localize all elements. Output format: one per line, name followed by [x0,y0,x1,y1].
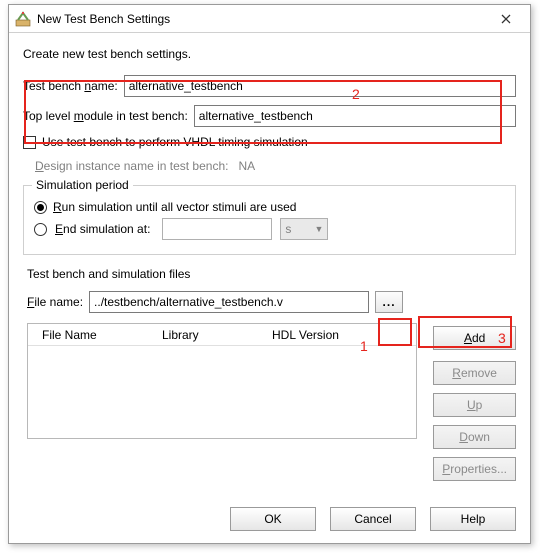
app-icon [15,11,31,27]
top-level-module-label: Top level module in test bench: [23,109,188,123]
file-table-header: File Name Library HDL Version [28,324,416,346]
close-icon [501,14,511,24]
radio-run-until-used-label: Run simulation until all vector stimuli … [53,200,296,214]
col-library[interactable]: Library [148,328,258,342]
radio-end-simulation-at-label: End simulation at: [55,222,150,236]
file-name-input[interactable] [89,291,369,313]
remove-button[interactable]: Remove [433,361,516,385]
time-unit-select[interactable]: s ▼ [280,218,328,240]
dialog-description: Create new test bench settings. [23,47,516,61]
ellipsis-icon: ... [383,295,396,309]
titlebar: New Test Bench Settings [9,5,530,33]
radio-end-simulation-at[interactable] [34,223,47,236]
end-simulation-time-input[interactable] [162,218,272,240]
properties-button[interactable]: Properties... [433,457,516,481]
radio-run-until-used[interactable] [34,201,47,214]
col-hdl-version[interactable]: HDL Version [258,328,416,342]
down-button[interactable]: Down [433,425,516,449]
design-instance-value: NA [238,159,255,173]
dialog-new-test-bench-settings: New Test Bench Settings Create new test … [8,4,531,544]
vhdl-timing-checkbox[interactable] [23,136,36,149]
vhdl-timing-label: Use test bench to perform VHDL timing si… [42,135,308,149]
close-button[interactable] [486,6,526,32]
test-bench-name-input[interactable] [124,75,516,97]
file-table[interactable]: File Name Library HDL Version [27,323,417,439]
time-unit-value: s [285,222,291,236]
cancel-button[interactable]: Cancel [330,507,416,531]
window-title: New Test Bench Settings [37,12,170,26]
browse-button[interactable]: ... [375,291,403,313]
test-bench-name-label: Test bench name: [23,79,118,93]
file-name-label: File name: [27,295,83,309]
simulation-period-group: Simulation period Run simulation until a… [23,185,516,255]
simulation-period-legend: Simulation period [32,178,133,192]
top-level-module-input[interactable] [194,105,516,127]
help-button[interactable]: Help [430,507,516,531]
ok-button[interactable]: OK [230,507,316,531]
col-file-name[interactable]: File Name [28,328,148,342]
add-button[interactable]: Add [433,326,516,350]
design-instance-label: Design instance name in test bench: [35,159,228,173]
chevron-down-icon: ▼ [314,224,323,234]
tb-files-title: Test bench and simulation files [27,267,516,281]
up-button[interactable]: Up [433,393,516,417]
